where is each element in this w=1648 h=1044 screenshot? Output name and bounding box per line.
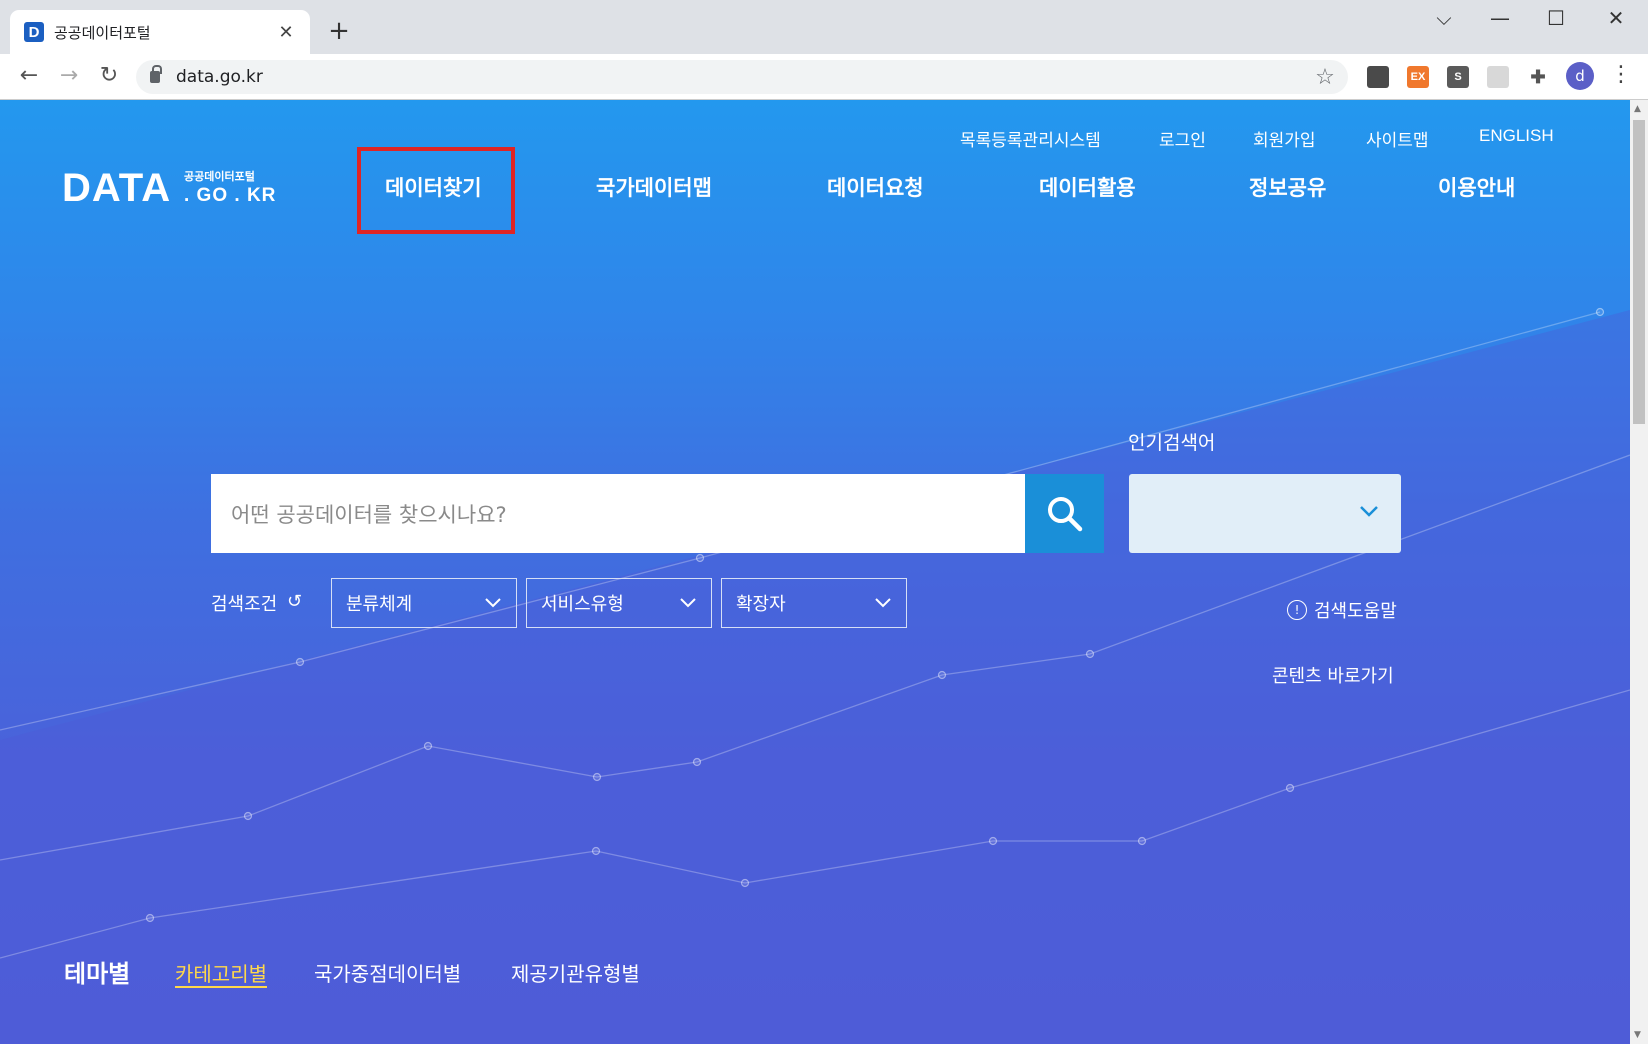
info-icon: ! xyxy=(1287,600,1307,620)
search-help-label: 검색도움말 xyxy=(1314,601,1397,622)
logo-domain: . GO . KR xyxy=(184,185,277,206)
dark-square-extension-icon[interactable] xyxy=(1367,66,1389,88)
scrollbar-thumb[interactable] xyxy=(1633,120,1645,424)
bookmark-star-icon[interactable]: ☆ xyxy=(1310,65,1340,90)
tab-provider-type[interactable]: 제공기관유형별 xyxy=(511,958,640,987)
puzzle-icon[interactable]: ✚ xyxy=(1527,66,1549,88)
gnb-data-request[interactable]: 데이터요청 xyxy=(827,172,924,202)
decorative-line-graph xyxy=(0,307,1630,1044)
chevron-down-icon xyxy=(680,598,696,608)
util-link-english[interactable]: ENGLISH xyxy=(1479,126,1554,146)
search-help-link[interactable]: ! 검색도움말 xyxy=(1287,597,1397,623)
search-icon xyxy=(1047,496,1082,531)
tab-theme[interactable]: 테마별 xyxy=(64,954,130,989)
scroll-up-icon[interactable]: ▲ xyxy=(1634,104,1641,114)
filter-label: 분류체계 xyxy=(346,594,413,615)
search-button[interactable] xyxy=(1025,474,1104,553)
new-tab-button[interactable]: + xyxy=(324,16,354,46)
browser-tab-bar: D 공공데이터포털 ✕ + ⌵ — ☐ ✕ xyxy=(0,0,1648,54)
maximize-icon[interactable]: ☐ xyxy=(1536,6,1576,30)
filter-label: 확장자 xyxy=(736,594,786,615)
gray-extension-icon[interactable] xyxy=(1487,66,1509,88)
page-content: 목록등록관리시스템 로그인 회원가입 사이트맵 ENGLISH DATA 공공데… xyxy=(0,100,1630,1044)
tab-category[interactable]: 카테고리별 xyxy=(175,958,267,987)
s-extension-icon[interactable]: S xyxy=(1447,66,1469,88)
chevron-down-icon xyxy=(875,598,891,608)
page-scrollbar[interactable]: ▲ ▼ xyxy=(1630,100,1648,1044)
address-bar[interactable]: data.go.kr ☆ xyxy=(136,60,1348,94)
gnb-national-data-map[interactable]: 국가데이터맵 xyxy=(596,172,712,202)
url-text: data.go.kr xyxy=(176,67,263,87)
reset-icon[interactable]: ↺ xyxy=(287,591,302,612)
forward-icon[interactable]: → xyxy=(54,63,84,88)
gnb-user-guide[interactable]: 이용안내 xyxy=(1438,172,1515,202)
lock-icon xyxy=(150,65,162,83)
chevron-down-icon xyxy=(485,598,501,608)
browser-tab[interactable]: D 공공데이터포털 ✕ xyxy=(10,10,310,54)
tab-national-priority-data[interactable]: 국가중점데이터별 xyxy=(314,958,461,987)
close-window-icon[interactable]: ✕ xyxy=(1596,6,1636,30)
site-favicon-icon: D xyxy=(24,22,44,42)
gnb-data-usage[interactable]: 데이터활용 xyxy=(1039,172,1136,202)
logo-subtitle: 공공데이터포털 xyxy=(184,170,255,183)
chevron-down-icon xyxy=(1360,506,1378,517)
ex-extension-icon[interactable]: EX xyxy=(1407,66,1429,88)
popular-keywords-dropdown[interactable] xyxy=(1129,474,1401,553)
util-link-catalog-system[interactable]: 목록등록관리시스템 xyxy=(960,126,1101,151)
popular-keywords-label: 인기검색어 xyxy=(1128,432,1216,454)
util-link-sitemap[interactable]: 사이트맵 xyxy=(1366,126,1429,151)
browser-toolbar: ← → ↻ data.go.kr ☆ EX S ✚ d ⋮ xyxy=(0,54,1648,100)
minimize-icon[interactable]: — xyxy=(1480,6,1520,30)
reload-icon[interactable]: ↻ xyxy=(94,63,124,88)
logo-data-text: DATA xyxy=(62,166,172,210)
util-link-signup[interactable]: 회원가입 xyxy=(1253,126,1316,151)
search-placeholder: 어떤 공공데이터를 찾으시나요? xyxy=(231,502,507,527)
filter-extension-select[interactable]: 확장자 xyxy=(721,578,907,628)
search-input[interactable]: 어떤 공공데이터를 찾으시나요? xyxy=(211,474,1025,553)
search-condition-label: 검색조건 xyxy=(211,594,278,615)
browser-menu-icon[interactable]: ⋮ xyxy=(1610,62,1632,87)
filter-classification-select[interactable]: 분류체계 xyxy=(331,578,517,628)
util-link-login[interactable]: 로그인 xyxy=(1159,126,1206,151)
gnb-info-sharing[interactable]: 정보공유 xyxy=(1249,172,1326,202)
filter-service-type-select[interactable]: 서비스유형 xyxy=(526,578,712,628)
content-shortcut-link[interactable]: 콘텐츠 바로가기 xyxy=(1272,662,1394,688)
scroll-down-icon[interactable]: ▼ xyxy=(1634,1030,1641,1040)
tab-title: 공공데이터포털 xyxy=(54,23,151,42)
close-tab-icon[interactable]: ✕ xyxy=(276,22,296,43)
tab-search-chevron-icon[interactable]: ⌵ xyxy=(1424,6,1464,30)
filter-label: 서비스유형 xyxy=(541,594,624,615)
profile-avatar[interactable]: d xyxy=(1566,62,1594,90)
highlight-box xyxy=(357,147,515,234)
back-icon[interactable]: ← xyxy=(14,63,44,88)
